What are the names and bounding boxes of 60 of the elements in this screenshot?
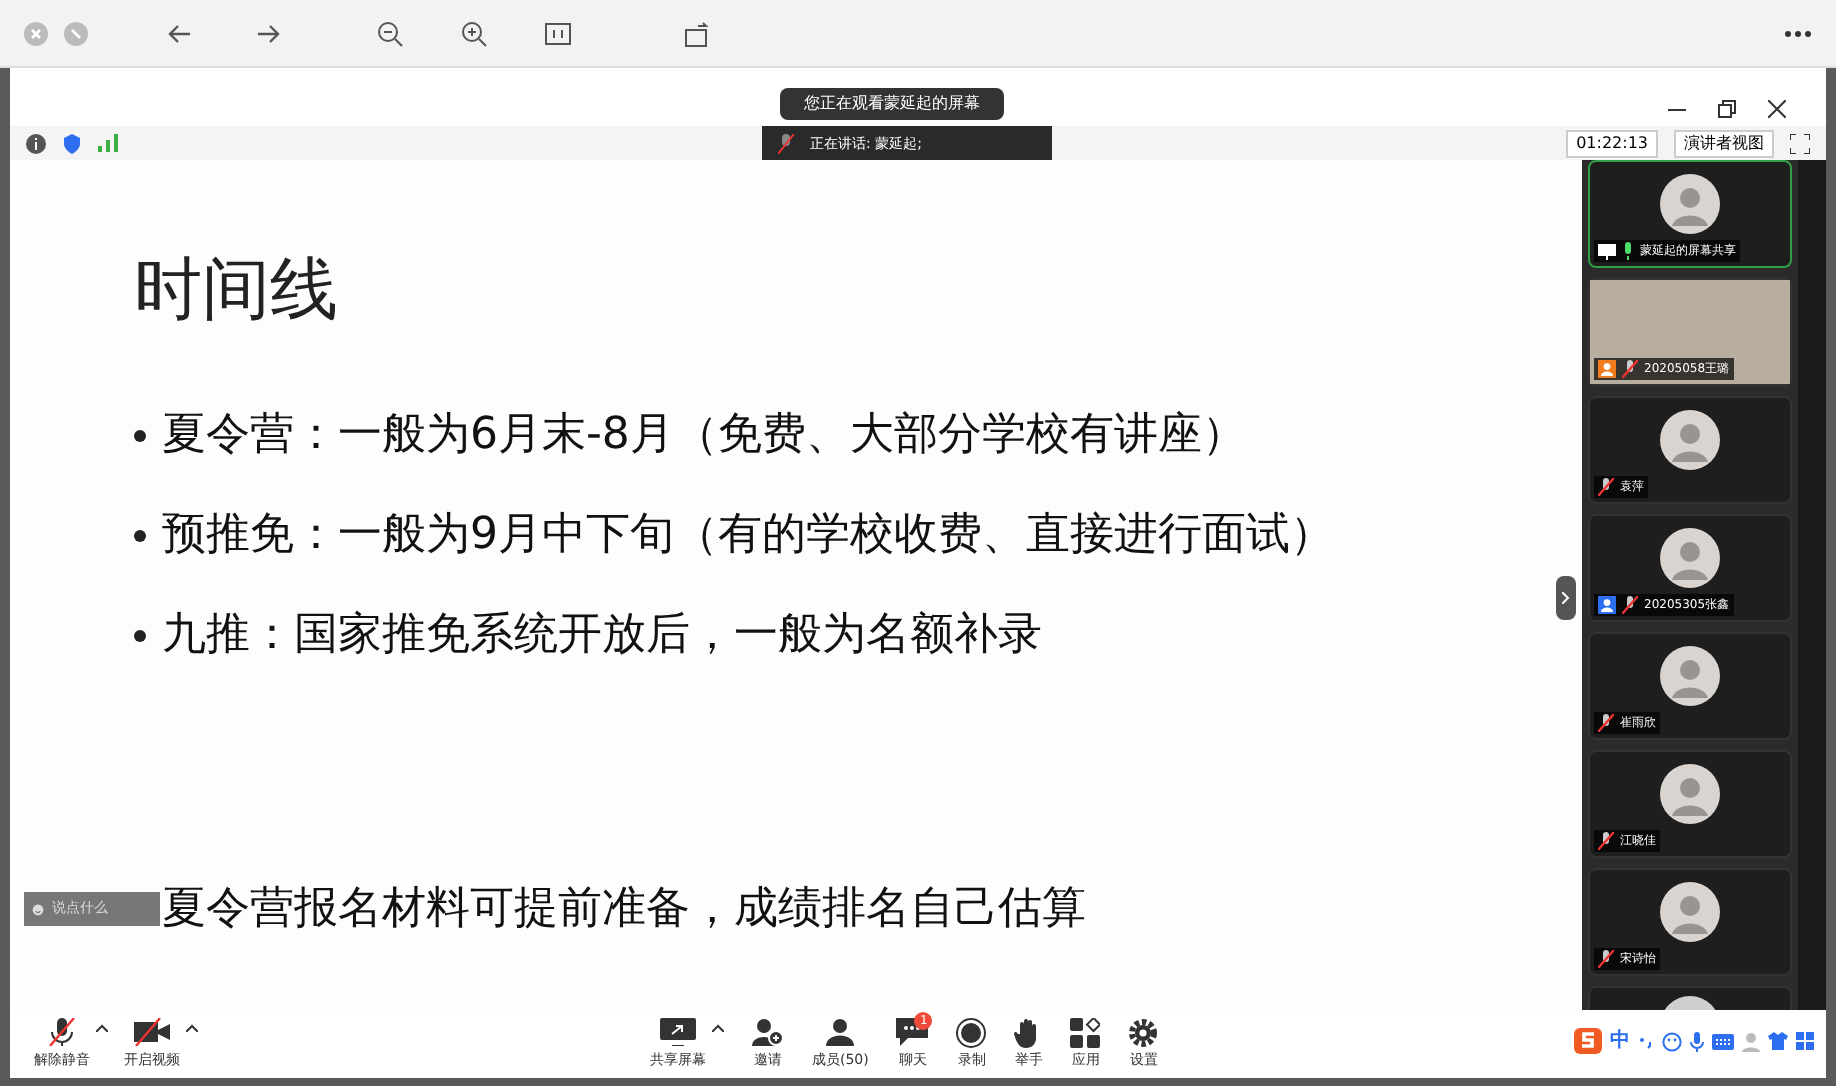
bullet-icon [134, 429, 146, 441]
grid-icon[interactable] [1796, 1032, 1814, 1050]
slide-bullet: 预推免：一般为9月中下旬（有的学校收费、直接进行面试） [162, 508, 1334, 564]
panel-toggle-button[interactable] [1556, 576, 1576, 620]
microphone-icon[interactable] [1690, 1031, 1704, 1051]
keyboard-icon[interactable] [1712, 1033, 1734, 1049]
avatar-icon [1660, 174, 1720, 234]
slide-bullet: 九推：国家推免系统开放后，一般为名额补录 [162, 608, 1042, 664]
rotate-icon[interactable] [684, 19, 712, 47]
caret-icon[interactable] [96, 1024, 108, 1033]
emoji-icon[interactable] [32, 899, 44, 919]
close-icon[interactable] [1768, 100, 1786, 118]
slide-text: 夏令营报名材料可提前准备，成绩排名自己估算 [162, 882, 1086, 938]
settings-icon [1128, 1016, 1159, 1048]
avatar-icon [1660, 764, 1720, 824]
punctuation-icon[interactable] [1638, 1033, 1654, 1049]
zoom-out-icon[interactable] [376, 19, 404, 47]
avatar-icon [1660, 528, 1720, 588]
apps-icon [1070, 1016, 1101, 1048]
meeting-timer: 01:22:13 [1566, 129, 1658, 157]
zoom-in-icon[interactable] [460, 19, 488, 47]
muted-mic-icon [46, 1016, 78, 1049]
avatar-icon [1660, 646, 1720, 706]
muted-mic-icon [1622, 596, 1638, 614]
actual-size-icon[interactable] [544, 21, 572, 45]
emoji-icon[interactable] [1662, 1031, 1682, 1051]
fullscreen-icon[interactable] [1790, 133, 1810, 153]
chevron-icon [1562, 592, 1570, 604]
muted-mic-icon [1598, 714, 1614, 732]
avatar-icon [1660, 410, 1720, 470]
invite-icon [752, 1016, 784, 1048]
microphone-icon [1622, 242, 1634, 260]
info-icon[interactable] [26, 133, 46, 153]
caret-icon[interactable] [186, 1024, 198, 1033]
screen-share-notice: 您正在观看蒙延起的屏幕 [780, 88, 1004, 120]
members-icon [824, 1016, 857, 1048]
record-icon [956, 1016, 987, 1048]
forward-arrow-icon[interactable] [256, 21, 280, 45]
back-arrow-icon[interactable] [168, 21, 192, 45]
muted-mic-icon [1622, 360, 1638, 378]
signal-icon[interactable] [98, 134, 118, 152]
input-mode-toggle[interactable]: 中 [1610, 1026, 1630, 1056]
muted-mic-icon [778, 134, 794, 154]
restore-icon[interactable] [1718, 100, 1736, 118]
muted-mic-icon [1598, 478, 1614, 496]
view-mode-button[interactable]: 演讲者视图 [1674, 129, 1774, 157]
more-icon[interactable] [1784, 29, 1812, 37]
muted-mic-icon [1598, 832, 1614, 850]
caret-icon[interactable] [712, 1024, 724, 1032]
avatar-icon [1660, 882, 1720, 942]
shield-icon[interactable] [62, 133, 82, 153]
shirt-icon[interactable] [1768, 1032, 1788, 1050]
muted-mic-icon [1598, 950, 1614, 968]
slide-title: 时间线 [134, 248, 338, 334]
camera-off-icon [134, 1016, 170, 1049]
slide-bullet: 夏令营：一般为6月末-8月（免费、大部分学校有讲座） [162, 408, 1246, 464]
bullet-icon [134, 629, 146, 641]
bullet-icon [134, 529, 146, 541]
share-screen-icon [660, 1016, 696, 1048]
screen-share-icon [1598, 243, 1616, 259]
